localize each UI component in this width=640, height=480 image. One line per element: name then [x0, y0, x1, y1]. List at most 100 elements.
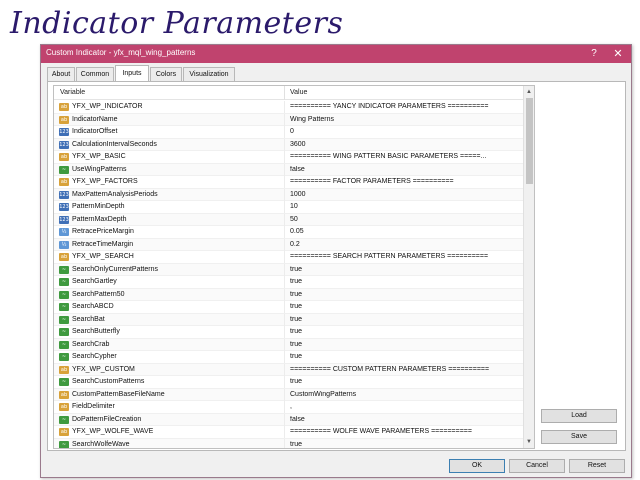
parameter-name: SearchWolfeWave	[72, 440, 130, 448]
parameter-row[interactable]: ab IndicatorName Wing Patterns	[54, 113, 524, 126]
parameter-row[interactable]: ~ SearchBat true	[54, 313, 524, 326]
dialog-titlebar[interactable]: Custom Indicator - yfx_mql_wing_patterns…	[41, 45, 631, 63]
parameter-row[interactable]: 123 IndicatorOffset 0	[54, 126, 524, 139]
parameter-value[interactable]: ========== WOLFE WAVE PARAMETERS =======…	[290, 428, 522, 435]
parameter-row[interactable]: ~ DoPatternFileCreation false	[54, 413, 524, 426]
string-type-icon: ab	[59, 428, 69, 436]
parameter-row[interactable]: ~ SearchCypher true	[54, 351, 524, 364]
parameter-row[interactable]: ~ SearchOnlyCurrentPatterns true	[54, 263, 524, 276]
parameter-value[interactable]: true	[290, 291, 522, 298]
parameter-row[interactable]: ½ RetraceTimeMargin 0.2	[54, 238, 524, 251]
page-heading: Indicator Parameters	[10, 6, 344, 41]
parameter-row[interactable]: 123 PatternMinDepth 10	[54, 201, 524, 214]
column-header-variable[interactable]: Variable	[60, 89, 85, 96]
parameter-value[interactable]: 50	[290, 216, 522, 223]
vertical-scrollbar[interactable]: ▲ ▼	[523, 86, 534, 448]
integer-type-icon: 123	[59, 215, 69, 224]
parameter-value[interactable]: true	[290, 441, 522, 448]
tab-inputs[interactable]: Inputs	[115, 65, 149, 81]
scroll-down-arrow-icon[interactable]: ▼	[524, 437, 534, 447]
parameter-row[interactable]: ½ RetracePriceMargin 0.05	[54, 226, 524, 239]
parameter-row[interactable]: ab YFX_WP_WOLFE_WAVE ========== WOLFE WAVE…	[54, 426, 524, 439]
tab-about[interactable]: About	[47, 67, 75, 81]
cell-divider	[284, 251, 285, 263]
parameter-value[interactable]: 10	[290, 203, 522, 210]
parameter-value[interactable]: ========== FACTOR PARAMETERS ==========	[290, 178, 522, 185]
close-button[interactable]: ✕	[611, 47, 625, 61]
parameter-value[interactable]: true	[290, 378, 522, 385]
parameter-row[interactable]: ab YFX_WP_BASIC ========== WING PATTERN BA…	[54, 151, 524, 164]
parameter-name: SearchCustomPatterns	[72, 378, 145, 385]
parameter-row[interactable]: ~ SearchGartley true	[54, 276, 524, 289]
cell-divider	[284, 101, 285, 113]
parameter-value[interactable]: true	[290, 341, 522, 348]
parameter-row[interactable]: ab YFX_WP_CUSTOM ========== CUSTOM PATTERN…	[54, 363, 524, 376]
parameter-name: SearchCypher	[72, 353, 117, 360]
string-type-icon: ab	[59, 115, 69, 124]
parameter-value[interactable]: 3600	[290, 141, 522, 148]
parameter-value[interactable]: CustomWingPatterns	[290, 391, 522, 398]
cell-divider	[284, 138, 285, 151]
scroll-thumb[interactable]	[526, 98, 533, 184]
parameter-value[interactable]: true	[290, 328, 522, 335]
parameter-name: SearchABCD	[72, 303, 114, 310]
parameter-row[interactable]: ~ SearchCustomPatterns true	[54, 376, 524, 389]
parameter-row[interactable]: 123 CalculationIntervalSeconds 3600	[54, 138, 524, 151]
reset-button[interactable]: Reset	[569, 459, 625, 473]
parameter-value[interactable]: true	[290, 353, 522, 360]
parameter-value[interactable]: true	[290, 303, 522, 310]
cell-divider	[284, 226, 285, 238]
parameter-row[interactable]: ~ SearchWolfeWave true	[54, 438, 524, 448]
parameter-row[interactable]: ~ UseWingPatterns false	[54, 163, 524, 176]
parameter-row[interactable]: ab FieldDelimiter,	[54, 401, 524, 414]
parameter-row[interactable]: ab YFX_WP_SEARCH ========== SEARCH PATTERN…	[54, 251, 524, 264]
parameter-row[interactable]: ~ SearchButterfly true	[54, 326, 524, 339]
ok-button[interactable]: OK	[449, 459, 505, 473]
parameter-value[interactable]: ,	[290, 403, 522, 410]
parameter-row[interactable]: ab YFX_WP_INDICATOR ========== YANCY INDIC…	[54, 101, 524, 114]
parameter-value[interactable]: false	[290, 166, 522, 173]
parameter-value[interactable]: true	[290, 266, 522, 273]
parameter-value[interactable]: ========== SEARCH PATTERN PARAMETERS ===…	[290, 253, 522, 260]
save-button[interactable]: Save	[541, 430, 617, 444]
parameter-row[interactable]: 123 MaxPatternAnalysisPeriods 1000	[54, 188, 524, 201]
parameter-name: YFX_WP_BASIC	[72, 153, 126, 160]
help-button[interactable]: ?	[587, 47, 601, 61]
integer-type-icon: 123	[59, 128, 69, 136]
parameter-value[interactable]: true	[290, 316, 522, 323]
parameter-name: SearchGartley	[72, 278, 117, 285]
cancel-button[interactable]: Cancel	[509, 459, 565, 473]
boolean-type-icon: ~	[59, 415, 69, 424]
parameter-row[interactable]: ~ SearchCrab true	[54, 338, 524, 351]
string-type-icon: ab	[59, 178, 69, 186]
parameter-row[interactable]: ab YFX_WP_FACTORS ========== FACTOR PARAME…	[54, 176, 524, 189]
parameter-value[interactable]: true	[290, 278, 522, 285]
parameter-value[interactable]: 0	[290, 128, 522, 135]
tab-common[interactable]: Common	[76, 67, 114, 81]
parameter-value[interactable]: false	[290, 416, 522, 423]
parameter-row[interactable]: 123 PatternMaxDepth 50	[54, 213, 524, 226]
parameter-row[interactable]: ~ SearchPattern50 true	[54, 288, 524, 301]
parameter-row[interactable]: ab CustomPatternBaseFileName CustomWingPat…	[54, 388, 524, 401]
parameter-value[interactable]: ========== CUSTOM PATTERN PARAMETERS ===…	[290, 366, 522, 373]
tab-colors[interactable]: Colors	[150, 67, 182, 81]
boolean-type-icon: ~	[59, 340, 69, 349]
cell-divider	[284, 126, 285, 138]
column-divider[interactable]	[284, 86, 285, 100]
load-button[interactable]: Load	[541, 409, 617, 423]
parameter-name: SearchCrab	[72, 340, 110, 348]
parameter-value[interactable]: Wing Patterns	[290, 116, 522, 123]
column-header-value[interactable]: Value	[290, 89, 307, 96]
parameter-value[interactable]: 0.2	[290, 241, 522, 248]
parameter-value[interactable]: 1000	[290, 191, 522, 198]
boolean-type-icon: ~	[59, 378, 69, 386]
cell-divider	[284, 176, 285, 188]
parameter-value[interactable]: 0.05	[290, 228, 522, 235]
parameter-name: PatternMinDepth	[72, 203, 125, 210]
cell-divider	[284, 301, 285, 313]
scroll-up-arrow-icon[interactable]: ▲	[524, 87, 534, 97]
parameter-row[interactable]: ~ SearchABCD true	[54, 301, 524, 314]
parameter-value[interactable]: ========== WING PATTERN BASIC PARAMETERS…	[290, 153, 522, 160]
parameter-value[interactable]: ========== YANCY INDICATOR PARAMETERS ==…	[290, 103, 522, 110]
tab-visualization[interactable]: Visualization	[183, 67, 235, 81]
